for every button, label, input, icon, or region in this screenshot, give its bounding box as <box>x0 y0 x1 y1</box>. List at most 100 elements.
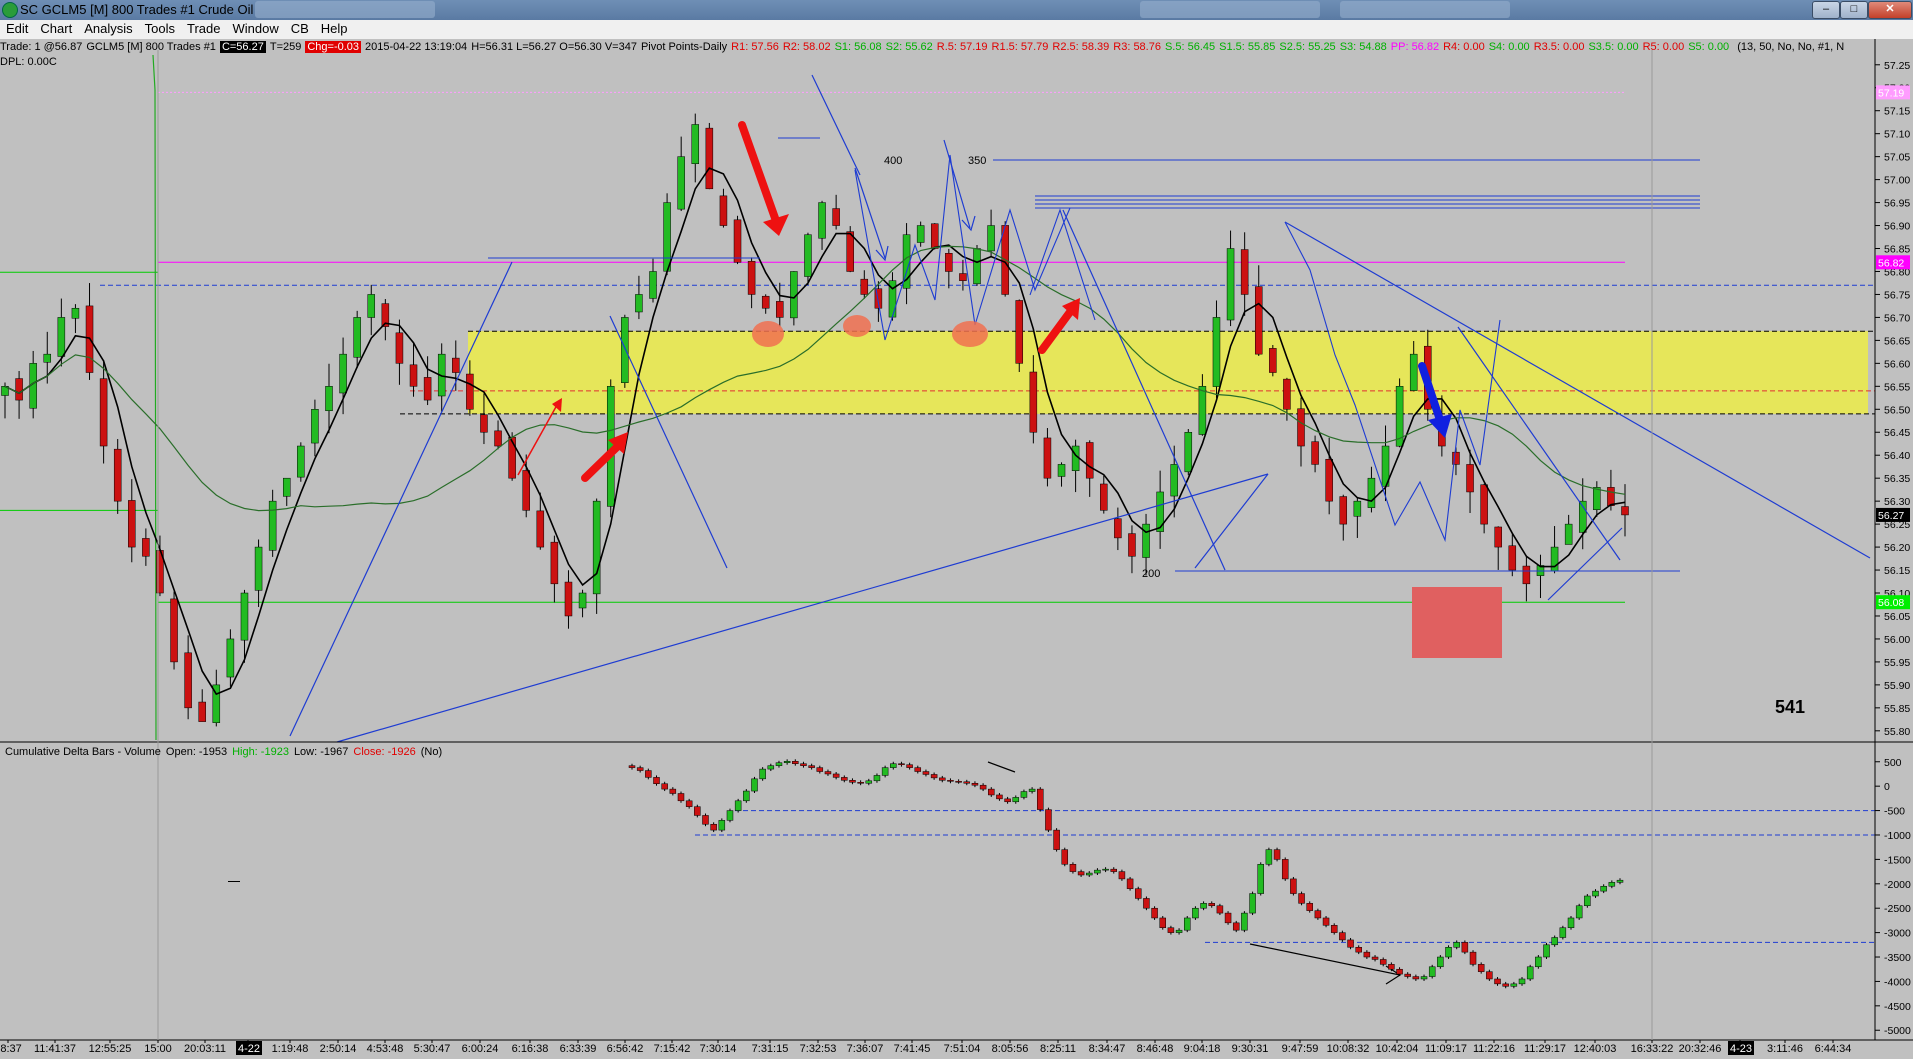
menu-trade[interactable]: Trade <box>181 20 226 36</box>
delta-bar <box>890 763 897 768</box>
delta-bar <box>1273 849 1281 860</box>
candle-body <box>1057 464 1066 477</box>
pivot-values: R1: 57.56 R2: 58.02 S1: 56.08 S2: 55.62 R.5:… <box>731 41 1733 53</box>
change-badge: Chg=-0.03 <box>305 41 362 53</box>
trendline-up-mid[interactable] <box>1194 473 1269 569</box>
x-tick-label: 9:30:31 <box>1232 1043 1269 1055</box>
delta-bar <box>1118 871 1126 880</box>
indicator-y-tick-label: -4000 <box>1884 976 1911 988</box>
candle-body <box>282 477 291 497</box>
menu-tools[interactable]: Tools <box>139 20 181 36</box>
y-tick-label: 56.20 <box>1884 542 1910 554</box>
candle-body <box>564 581 573 617</box>
background-tab-2[interactable] <box>1140 1 1320 18</box>
delta-bar <box>1069 864 1077 872</box>
delta-bar <box>1592 890 1599 897</box>
close-button[interactable]: ✕ <box>1868 1 1912 19</box>
delta-bar <box>792 761 799 764</box>
background-tab-3[interactable] <box>1340 1 1510 18</box>
background-tab-1[interactable] <box>255 1 435 18</box>
candle-body <box>254 546 263 591</box>
app-icon <box>2 2 18 18</box>
trendline-long[interactable] <box>336 473 1269 743</box>
delta-bar <box>824 771 832 775</box>
delta-bar <box>1257 864 1264 894</box>
y-tick-label: 56.90 <box>1884 221 1910 233</box>
candle-body <box>1029 371 1038 433</box>
minimize-button[interactable]: – <box>1812 1 1840 19</box>
delta-bar <box>1053 829 1060 850</box>
trendline-up-end[interactable] <box>1547 527 1623 601</box>
candle-body <box>705 127 714 190</box>
y-tick-label: 56.30 <box>1884 496 1910 508</box>
y-tick-label: 57.25 <box>1884 60 1910 72</box>
y-tick-label: 56.75 <box>1884 289 1910 301</box>
s1-price-tag-text: 56.08 <box>1878 597 1904 609</box>
candle-body <box>170 598 178 663</box>
candle-body <box>367 294 376 318</box>
study-params: (13, 50, No, No, #1, N <box>1737 41 1845 53</box>
trendline-top-1[interactable] <box>811 74 861 176</box>
delta-bar <box>1469 951 1477 965</box>
y-tick-label: 57.15 <box>1884 106 1910 118</box>
candle-body <box>959 273 967 281</box>
candle-body <box>395 332 404 364</box>
pivot-value: S2: 55.62 <box>885 41 933 53</box>
menu-analysis[interactable]: Analysis <box>78 20 138 36</box>
menu-cb[interactable]: CB <box>285 20 315 36</box>
delta-bar <box>857 782 864 784</box>
x-tick-label: 7:51:04 <box>944 1043 981 1055</box>
delta-bar <box>1428 966 1436 977</box>
delta-bar <box>1363 951 1371 958</box>
delta-bar <box>963 781 971 784</box>
candle-body <box>1240 249 1249 295</box>
chart-area[interactable]: 57.2557.2057.1557.1057.0557.0056.9556.90… <box>0 39 1913 1059</box>
menu-help[interactable]: Help <box>315 20 354 36</box>
y-tick-label: 57.00 <box>1884 175 1910 187</box>
highlight-circle-2 <box>843 315 871 337</box>
x-tick-label: 11:41:37 <box>34 1043 76 1055</box>
delta-bar <box>1510 983 1518 987</box>
candle-body <box>1085 442 1094 479</box>
highlight-circle-1 <box>752 321 784 347</box>
last-price-badge: C=56.27 <box>219 41 266 53</box>
candle-body <box>1607 487 1615 506</box>
delta-bar <box>1224 912 1232 924</box>
y-tick-label: 55.95 <box>1884 657 1910 669</box>
candle-body <box>536 510 545 548</box>
delta-bar <box>955 781 962 783</box>
y-tick-label: 55.90 <box>1884 680 1910 692</box>
candle-body <box>832 208 840 226</box>
candle-body <box>142 538 150 557</box>
menu-window[interactable]: Window <box>226 20 284 36</box>
maximize-button[interactable]: □ <box>1840 1 1868 19</box>
menu-edit[interactable]: Edit <box>0 20 34 36</box>
x-tick-label: 6:33:39 <box>560 1043 597 1055</box>
delta-bar <box>1102 868 1109 871</box>
candle-body <box>297 445 305 478</box>
x-tick-label: 8:46:48 <box>1137 1043 1174 1055</box>
delta-bar <box>979 784 987 790</box>
delta-bar <box>1077 871 1085 876</box>
x-tick-label: 8:25:11 <box>1040 1043 1076 1055</box>
price-chart-svg[interactable]: 57.2557.2057.1557.1057.0557.0056.9556.90… <box>0 39 1913 1059</box>
candle-body <box>761 295 770 309</box>
candle-body <box>15 378 23 401</box>
delta-bar <box>783 761 791 763</box>
menu-chart[interactable]: Chart <box>34 20 78 36</box>
x-tick-label: 4:53:48 <box>367 1043 404 1055</box>
candle-body <box>1297 408 1305 447</box>
delta-bar <box>1175 929 1183 933</box>
x-tick-label: 1:19:48 <box>272 1043 309 1055</box>
candle-body <box>677 156 685 210</box>
delta-bar <box>1461 942 1469 953</box>
delta-bar <box>906 764 913 768</box>
date-marker: 4-22 <box>238 1043 260 1055</box>
delta-bar <box>1608 882 1616 887</box>
delta-bar <box>1143 898 1150 909</box>
candle-body <box>776 301 784 318</box>
candle-body <box>311 409 319 444</box>
candle-body <box>480 414 488 433</box>
delta-bar <box>767 765 775 770</box>
delta-bar <box>971 782 979 786</box>
